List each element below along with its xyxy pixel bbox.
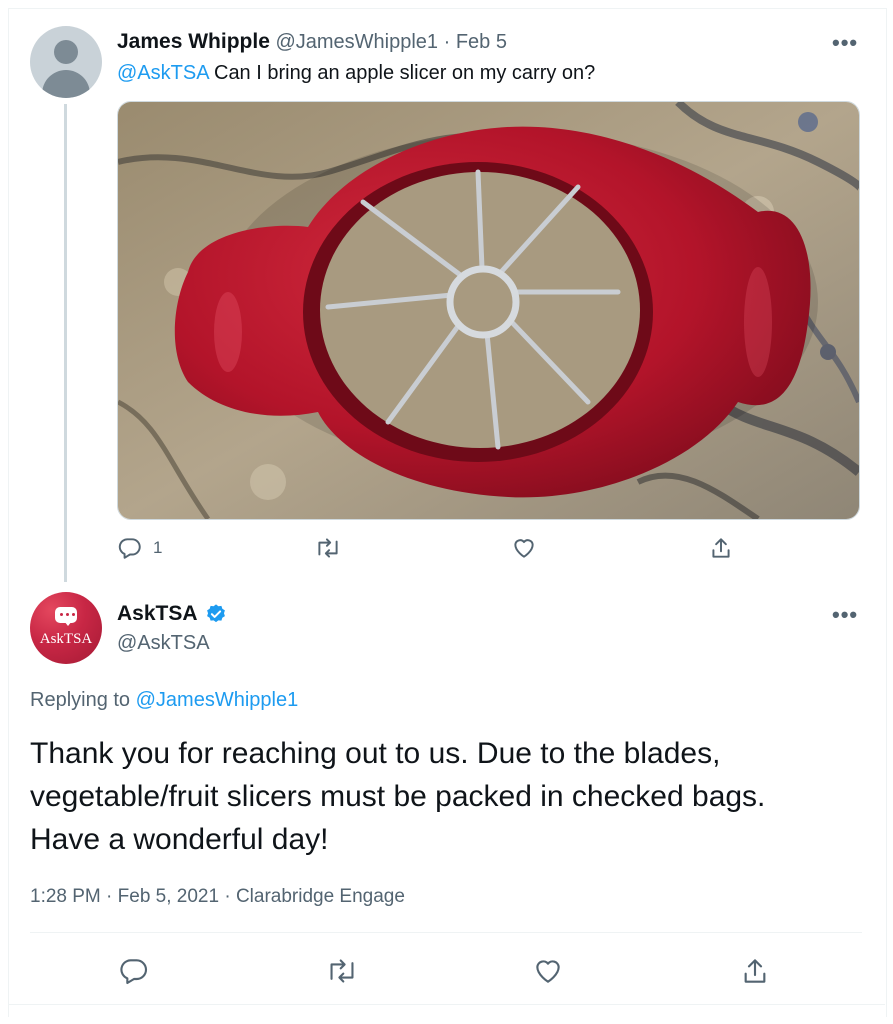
share-icon [712, 538, 730, 558]
like-button[interactable] [511, 535, 537, 561]
reply-text-line: Thank you for reaching out to us. Due to… [30, 737, 721, 770]
author-name[interactable]: James Whipple [117, 30, 270, 53]
replying-prefix: Replying to [30, 689, 136, 711]
reply-count: 1 [153, 538, 163, 557]
asktsa-avatar[interactable]: AskTSA [30, 592, 102, 664]
mention-link[interactable]: @AskTSA [117, 62, 208, 84]
author-name[interactable]: AskTSA [117, 602, 198, 626]
author-handle[interactable]: @AskTSA [117, 632, 210, 655]
more-icon[interactable]: ••• [832, 30, 858, 56]
tweet-body: Can I bring an apple slicer on my carry … [208, 62, 596, 84]
like-button[interactable] [532, 955, 564, 992]
retweet-button[interactable] [314, 535, 342, 561]
reply-icon [120, 959, 148, 985]
verified-badge-icon [206, 604, 225, 623]
retweet-icon [318, 538, 338, 558]
tweet-header: James Whipple @JamesWhipple1 · Feb 5 [117, 30, 507, 54]
reply-text-line: Have a wonderful day! [30, 823, 329, 856]
user-avatar[interactable] [30, 26, 102, 98]
like-icon [536, 960, 560, 983]
retweet-icon [330, 959, 354, 983]
reply-text: Thank you for reaching out to us. Due to… [30, 732, 765, 861]
reply-button[interactable] [118, 955, 150, 992]
retweet-button[interactable] [325, 955, 359, 992]
tweet-timestamp[interactable]: 1:28 PM · Feb 5, 2021 · Clarabridge Enga… [30, 886, 405, 908]
replying-to-link[interactable]: @JamesWhipple1 [136, 689, 299, 711]
share-button[interactable] [739, 955, 771, 992]
thread-connector-line [64, 104, 67, 582]
author-handle[interactable]: @JamesWhipple1 [275, 31, 438, 53]
more-icon[interactable]: ••• [832, 602, 858, 628]
tweet-text: @AskTSA Can I bring an apple slicer on m… [117, 62, 595, 85]
tweet-photo-apple-slicer[interactable] [117, 101, 860, 520]
divider [30, 932, 862, 933]
avatar-logo-text: AskTSA [39, 631, 93, 647]
share-icon [744, 959, 766, 983]
reply-author-row: AskTSA [117, 602, 227, 626]
reply-icon [118, 538, 141, 559]
share-button[interactable] [708, 535, 734, 561]
separator: · [443, 31, 451, 53]
like-icon [514, 539, 534, 558]
reply-text-line: vegetable/fruit slicers must be packed i… [30, 780, 766, 813]
replying-to: Replying to @JamesWhipple1 [30, 689, 298, 712]
reply-button[interactable]: 1 [117, 535, 162, 561]
tweet-date[interactable]: Feb 5 [456, 31, 507, 53]
chat-bubble-icon [55, 607, 77, 626]
bottom-divider [8, 1004, 885, 1005]
